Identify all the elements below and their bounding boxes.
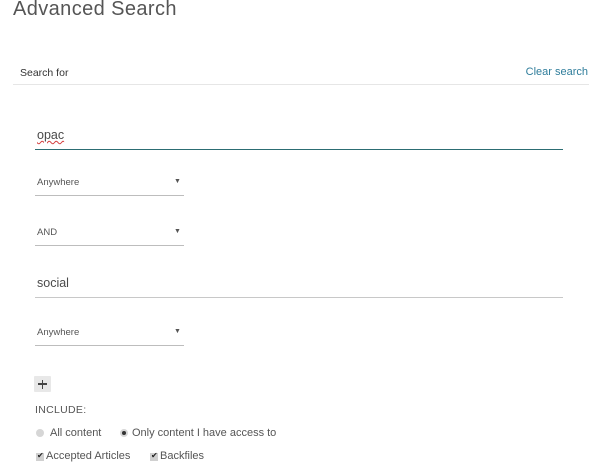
chevron-down-icon: ▼ <box>174 328 181 335</box>
page-title: Advanced Search <box>13 0 177 20</box>
search-location-select-1-value: Anywhere <box>37 177 80 188</box>
chevron-down-icon: ▼ <box>174 228 181 235</box>
checkbox-accepted-articles[interactable]: ✔ <box>36 451 44 461</box>
search-for-header: Search for Clear search <box>13 60 589 85</box>
checkbox-backfiles-label[interactable]: Backfiles <box>160 450 204 462</box>
radio-only-access-content-label[interactable]: Only content I have access to <box>132 427 276 439</box>
checkbox-backfiles[interactable]: ✔ <box>150 451 158 461</box>
check-icon: ✔ <box>151 451 158 460</box>
advanced-search-page: Advanced Search Search for Clear search … <box>0 0 592 466</box>
radio-all-content-label[interactable]: All content <box>50 427 101 439</box>
search-location-select-1[interactable]: Anywhere ▼ <box>35 174 184 196</box>
search-for-label: Search for <box>20 67 69 79</box>
search-term-input-1[interactable]: opac <box>35 124 563 150</box>
checkbox-accepted-articles-label[interactable]: Accepted Articles <box>46 450 130 462</box>
search-term-input-2-value: social <box>37 276 69 290</box>
search-term-input-1-value: opac <box>37 128 65 142</box>
chevron-down-icon: ▼ <box>174 178 181 185</box>
boolean-operator-select[interactable]: AND ▼ <box>35 224 184 246</box>
check-icon: ✔ <box>37 451 44 460</box>
include-label: INCLUDE: <box>35 404 87 416</box>
clear-search-link[interactable]: Clear search <box>526 66 588 78</box>
radio-all-content[interactable] <box>36 429 44 437</box>
search-location-select-2[interactable]: Anywhere ▼ <box>35 324 184 346</box>
radio-only-access-content[interactable] <box>120 429 128 437</box>
boolean-operator-select-value: AND <box>37 227 58 238</box>
search-term-input-2[interactable]: social <box>35 272 563 298</box>
search-location-select-2-value: Anywhere <box>37 327 80 338</box>
add-search-row-button[interactable] <box>34 376 51 392</box>
